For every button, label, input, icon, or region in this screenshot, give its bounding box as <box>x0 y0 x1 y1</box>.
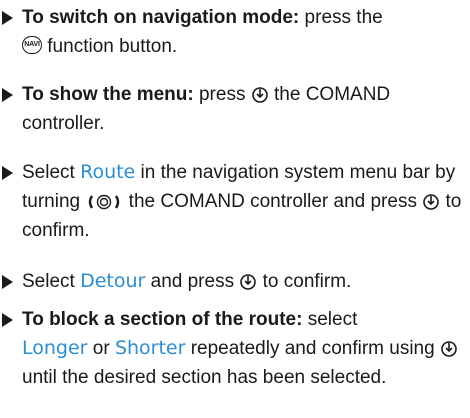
bullet-arrow-icon <box>2 166 13 180</box>
step-heading: To show the menu: <box>22 84 194 105</box>
step-text: function button. <box>42 36 178 57</box>
step-text: and press <box>145 271 235 292</box>
step-text: until the desired section has been selec… <box>22 367 387 388</box>
controller-press-icon <box>441 341 457 357</box>
bullet-arrow-icon <box>2 88 13 102</box>
controller-press-icon <box>240 274 257 290</box>
step-text: to confirm. <box>262 271 352 292</box>
step-select-detour: Select Detour and press to confirm. <box>0 267 470 296</box>
step-text: Select <box>22 162 81 183</box>
step-heading: To switch on navigation mode: <box>22 7 300 28</box>
controller-turn-icon <box>89 194 120 210</box>
bullet-arrow-icon <box>2 275 13 289</box>
step-show-menu: To show the menu: press the COMAND contr… <box>0 80 470 138</box>
step-text: press the <box>299 7 383 28</box>
step-block-section: To block a section of the route: select … <box>0 305 470 392</box>
step-text: or <box>87 338 115 359</box>
step-text: select <box>302 309 358 330</box>
step-text: press <box>193 84 246 105</box>
step-switch-navigation: To switch on navigation mode: press the … <box>0 3 470 61</box>
controller-press-icon <box>251 87 268 103</box>
step-text: the COMAND controller and press <box>128 191 417 212</box>
ui-detour-label: Detour <box>80 270 146 292</box>
controller-press-icon <box>423 194 440 210</box>
step-text: Select <box>22 271 81 292</box>
ui-shorter-label: Shorter <box>114 337 186 359</box>
ui-longer-label: Longer <box>22 337 88 359</box>
bullet-arrow-icon <box>2 313 13 327</box>
bullet-arrow-icon <box>2 11 13 25</box>
navi-button-icon: NAVI <box>22 36 42 55</box>
step-select-route: Select Route in the navigation system me… <box>0 158 470 245</box>
step-text: repeatedly and confirm using <box>185 338 435 359</box>
step-heading: To block a section of the route: <box>22 309 303 330</box>
ui-route-label: Route <box>80 161 136 183</box>
